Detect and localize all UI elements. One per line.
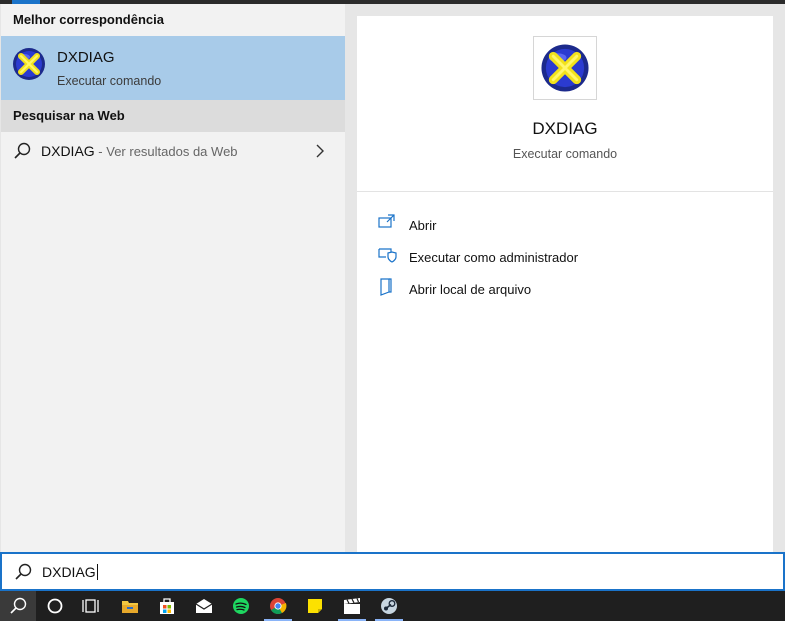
chrome-icon	[270, 598, 287, 615]
best-match-subtitle: Executar comando	[57, 74, 162, 88]
video-editor-icon	[344, 598, 360, 614]
best-match-title: DXDIAG	[57, 49, 115, 66]
taskbar-steam-button[interactable]	[371, 591, 407, 621]
chevron-right-icon	[315, 143, 325, 164]
directx-icon	[12, 47, 46, 86]
mail-icon	[195, 599, 213, 613]
best-match-header: Melhor correspondência	[13, 12, 164, 27]
results-panel: Melhor correspondência DXDIAG Executar c…	[1, 4, 345, 552]
taskbar-sticky-notes-button[interactable]	[297, 591, 333, 621]
file-explorer-icon	[122, 601, 138, 613]
open-icon	[377, 214, 397, 237]
preview-divider	[357, 191, 773, 192]
preview-card: DXDIAG Executar comando Abrir Executar c…	[357, 16, 773, 552]
preview-subtitle: Executar comando	[512, 147, 618, 161]
taskbar-store-button[interactable]	[149, 591, 185, 621]
search-icon	[14, 563, 32, 586]
taskbar	[0, 591, 785, 621]
web-result-suffix: - Ver resultados da Web	[94, 144, 238, 159]
search-icon	[13, 142, 31, 165]
web-result-label: DXDIAG - Ver resultados da Web	[41, 143, 238, 159]
taskbar-search-button[interactable]	[0, 591, 36, 621]
file-location-label: Abrir local de arquivo	[409, 282, 532, 297]
spotify-icon	[233, 598, 249, 614]
search-icon	[10, 597, 27, 614]
preview-title: DXDIAG	[532, 119, 598, 138]
taskbar-chrome-button[interactable]	[260, 591, 296, 621]
steam-icon	[381, 598, 397, 614]
taskbar-mail-button[interactable]	[186, 591, 222, 621]
search-box[interactable]: DXDIAG	[0, 552, 785, 591]
run-as-admin-label: Executar como administrador	[409, 250, 579, 265]
taskbar-task-view-button[interactable]	[73, 591, 109, 621]
web-result-item[interactable]: DXDIAG - Ver resultados da Web	[1, 132, 345, 170]
store-icon	[160, 598, 174, 614]
taskbar-spotify-button[interactable]	[223, 591, 259, 621]
web-result-query: DXDIAG	[41, 143, 95, 159]
best-match-item[interactable]: DXDIAG Executar comando	[1, 36, 345, 100]
run-as-admin-action[interactable]: Executar como administrador	[377, 246, 757, 270]
task-view-icon	[82, 599, 99, 613]
preview-panel: DXDIAG Executar comando Abrir Executar c…	[345, 4, 785, 552]
taskbar-cortana-button[interactable]	[37, 591, 73, 621]
sticky-notes-icon	[308, 599, 322, 613]
open-action[interactable]: Abrir	[377, 214, 757, 238]
web-search-header: Pesquisar na Web	[1, 100, 345, 132]
search-input[interactable]: DXDIAG	[42, 564, 98, 580]
file-location-action[interactable]: Abrir local de arquivo	[377, 278, 757, 302]
search-input-value: DXDIAG	[42, 564, 96, 580]
text-caret	[96, 564, 98, 580]
open-label: Abrir	[409, 218, 437, 233]
file-location-icon	[377, 278, 397, 301]
app-icon-large	[533, 36, 597, 100]
directx-icon	[541, 44, 589, 92]
taskbar-file-explorer-button[interactable]	[112, 591, 148, 621]
taskbar-video-editor-button[interactable]	[334, 591, 370, 621]
run-as-admin-icon	[377, 246, 397, 269]
cortana-icon	[47, 598, 63, 614]
